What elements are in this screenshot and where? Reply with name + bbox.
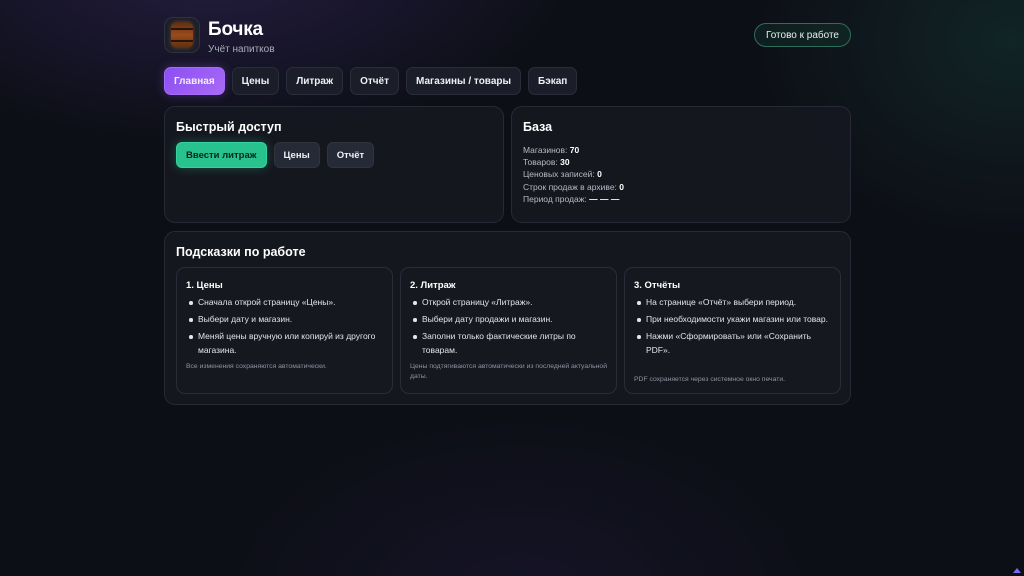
stat-stores: Магазинов: 70 [523, 145, 580, 155]
list-item: Выбери дату продажи и магазин. [410, 313, 610, 327]
app-container: Бочка Учёт напитков Готово к работе Глав… [164, 16, 851, 405]
tip-list: Открой страницу «Литраж». Выбери дату пр… [410, 296, 610, 361]
report-button[interactable]: Отчёт [326, 142, 375, 168]
tip-list: Сначала открой страницу «Цены». Выбери д… [186, 296, 386, 361]
list-item: Заполни только фактические литры по това… [410, 330, 610, 357]
quick-access-card: Быстрый доступ Ввести литраж Цены Отчёт [164, 106, 504, 223]
list-item: Меняй цены вручную или копируй из другог… [186, 330, 386, 357]
prices-button[interactable]: Цены [273, 142, 320, 168]
tips-card: Подсказки по работе 1. Цены Сначала откр… [164, 231, 851, 405]
tab-report[interactable]: Отчёт [350, 67, 400, 95]
tip-note: Все изменения сохраняются автоматически. [186, 363, 327, 370]
database-card: База Магазинов: 70 Товаров: 30 Ценовых з… [511, 106, 851, 223]
app-logo [164, 17, 200, 53]
main-tabs: Главная Цены Литраж Отчёт Магазины / тов… [164, 67, 578, 95]
app-subtitle: Учёт напитков [208, 44, 275, 55]
tab-prices[interactable]: Цены [231, 67, 280, 95]
tip-note: Цены подтягиваются автоматически из посл… [410, 363, 607, 380]
tab-backup[interactable]: Бэкап [528, 67, 578, 95]
tab-stores-products[interactable]: Магазины / товары [406, 67, 522, 95]
list-item: Выбери дату и магазин. [186, 313, 386, 327]
list-item: На странице «Отчёт» выбери период. [634, 296, 834, 310]
tip-card-prices: 1. Цены Сначала открой страницу «Цены». … [176, 267, 393, 394]
enter-liters-button[interactable]: Ввести литраж [176, 142, 267, 168]
tip-title: 2. Литраж [410, 280, 456, 291]
tab-liters[interactable]: Литраж [286, 67, 344, 95]
tip-card-liters: 2. Литраж Открой страницу «Литраж». Выбе… [400, 267, 617, 394]
database-title: База [523, 120, 553, 134]
list-item: Сначала открой страницу «Цены». [186, 296, 386, 310]
list-item: Нажми «Сформировать» или «Сохранить PDF»… [634, 330, 834, 357]
barrel-icon [171, 22, 193, 48]
quick-access-buttons: Ввести литраж Цены Отчёт [176, 142, 375, 168]
stat-archive-rows: Строк продаж в архиве: 0 [523, 181, 625, 192]
tip-note: PDF сохраняется через системное окно печ… [634, 376, 786, 383]
app-header: Бочка Учёт напитков Готово к работе [164, 16, 851, 58]
tip-list: На странице «Отчёт» выбери период. При н… [634, 296, 834, 361]
tip-title: 1. Цены [186, 280, 223, 291]
tip-title: 3. Отчёты [634, 280, 681, 291]
quick-access-title: Быстрый доступ [176, 120, 282, 134]
list-item: Открой страницу «Литраж». [410, 296, 610, 310]
resize-corner-icon [1013, 568, 1021, 573]
stat-price-records: Ценовых записей: 0 [523, 169, 602, 180]
stat-products: Товаров: 30 [523, 157, 570, 168]
database-stats: Магазинов: 70 Товаров: 30 Ценовых записе… [523, 144, 624, 205]
tab-home[interactable]: Главная [164, 67, 225, 95]
tip-card-reports: 3. Отчёты На странице «Отчёт» выбери пер… [624, 267, 841, 394]
app-title: Бочка [208, 19, 263, 40]
stat-sales-period: Период продаж: — — — [523, 193, 620, 204]
list-item: При необходимости укажи магазин или това… [634, 313, 834, 327]
tips-title: Подсказки по работе [176, 245, 306, 259]
status-badge: Готово к работе [753, 23, 851, 47]
